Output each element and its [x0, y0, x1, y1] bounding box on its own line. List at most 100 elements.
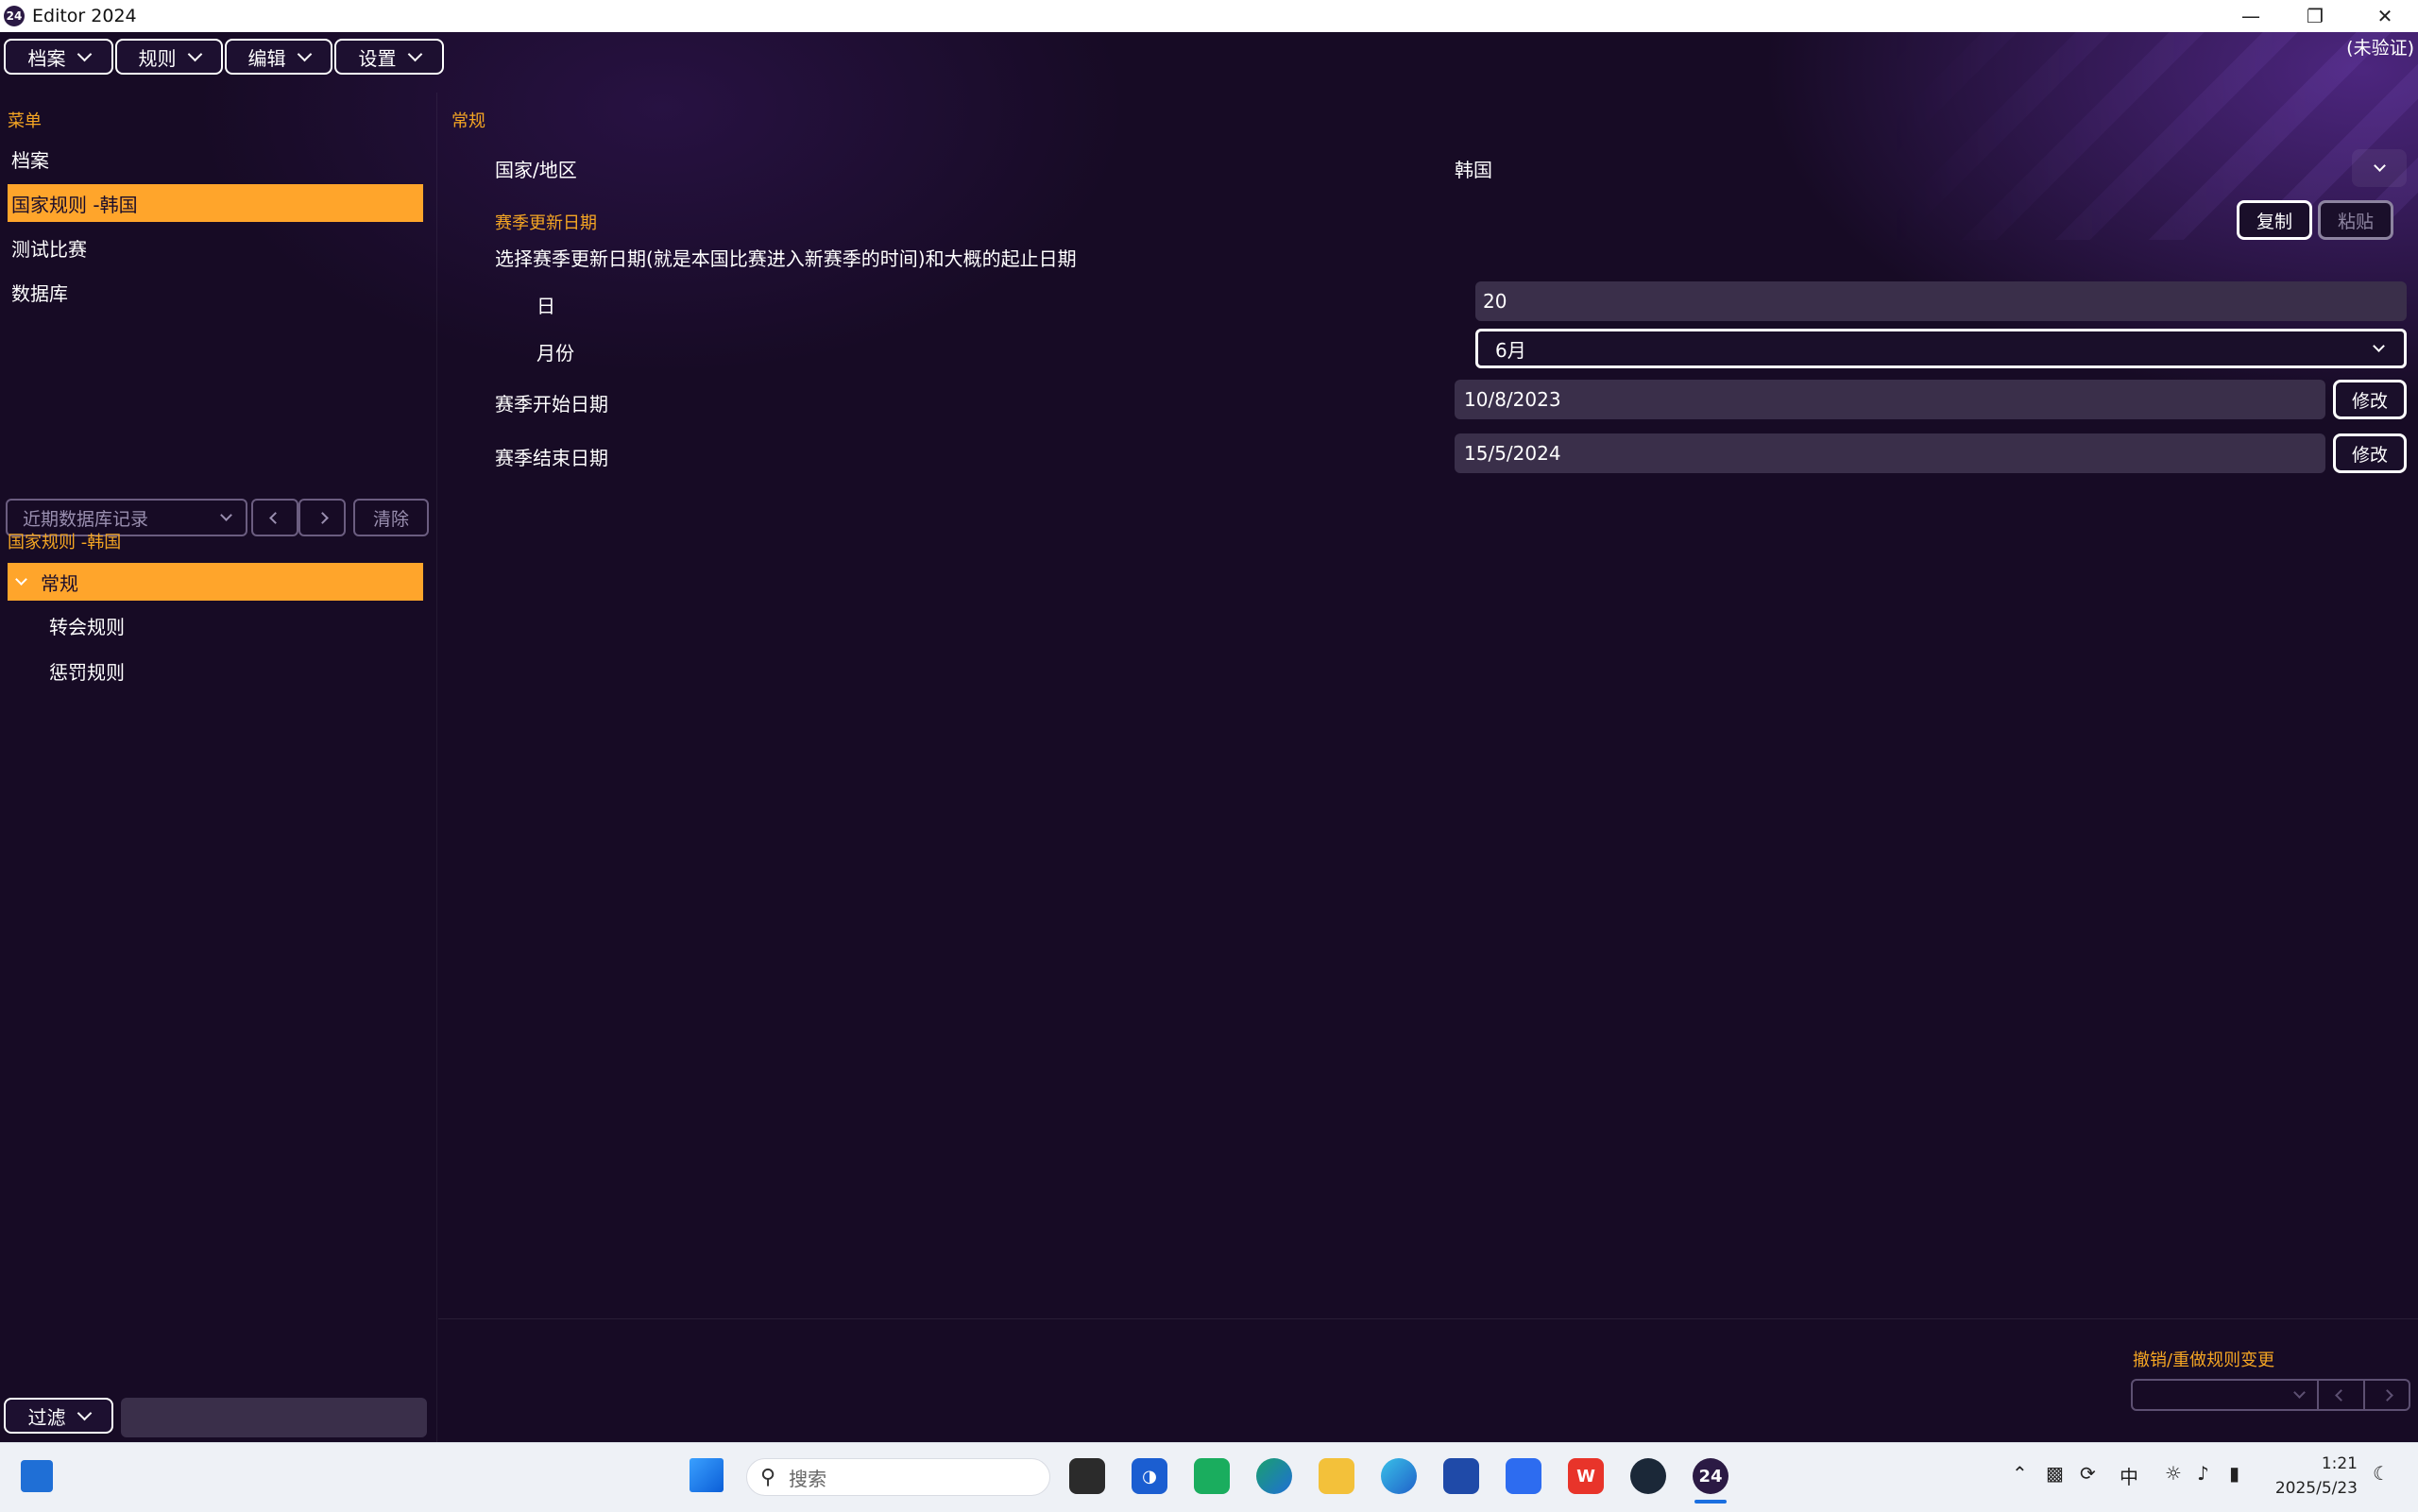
window-title: Editor 2024	[32, 6, 137, 26]
day-input[interactable]: 20	[1475, 281, 2407, 321]
tree-title: 国家规则 -韩国	[8, 533, 122, 552]
wechat-icon[interactable]	[1194, 1458, 1230, 1494]
sidebar-item-file[interactable]: 档案	[8, 140, 423, 178]
wps-icon[interactable]: W	[1568, 1458, 1604, 1494]
chevron-down-icon	[187, 46, 202, 62]
menu-label: 编辑	[247, 46, 286, 70]
steam-icon[interactable]	[1630, 1458, 1666, 1494]
edit-end-date-button[interactable]: 修改	[2333, 433, 2407, 473]
menu-label: 规则	[138, 46, 177, 70]
filter-input[interactable]	[121, 1398, 427, 1437]
undo-redo-title: 撤销/重做规则变更	[2133, 1351, 2275, 1370]
chevron-down-icon	[77, 1405, 92, 1421]
redo-button[interactable]	[2365, 1381, 2409, 1409]
chevron-left-icon	[2335, 1388, 2347, 1402]
month-value: 6月	[1495, 338, 1526, 362]
menu-label: 档案	[27, 46, 66, 70]
edge-browser-icon[interactable]	[1256, 1458, 1292, 1494]
chevron-down-icon	[15, 573, 27, 586]
active-app-indicator	[1694, 1500, 1727, 1504]
title-bar: 24 Editor 2024 — ❐ ✕	[0, 0, 2418, 32]
taskbar-search[interactable]: ⚲ 搜索	[746, 1458, 1050, 1496]
undo-history-select[interactable]	[2133, 1381, 2317, 1409]
sidebar-item-database[interactable]: 数据库	[8, 273, 423, 311]
country-label: 国家/地区	[495, 159, 577, 181]
month-select[interactable]: 6月	[1475, 329, 2407, 368]
tree-item-transfer-rules[interactable]: 转会规则	[49, 606, 125, 644]
history-placeholder: 近期数据库记录	[23, 508, 149, 530]
paste-button[interactable]: 粘贴	[2318, 200, 2393, 240]
copy-button[interactable]: 复制	[2237, 200, 2312, 240]
sidebar-item-label: 数据库	[11, 281, 68, 305]
close-icon[interactable]: ✕	[2354, 0, 2416, 32]
sidebar-item-test-match[interactable]: 测试比赛	[8, 229, 423, 266]
history-clear-button[interactable]: 清除	[353, 499, 429, 536]
history-forward-button[interactable]	[298, 499, 346, 536]
history-back-button[interactable]	[251, 499, 298, 536]
task-view-icon[interactable]	[1069, 1458, 1105, 1494]
minimize-icon[interactable]: —	[2220, 0, 2282, 32]
menu-label: 设置	[358, 46, 397, 70]
tray-expand-icon[interactable]: ⌃	[2012, 1462, 2028, 1485]
edit-label: 修改	[2351, 444, 2388, 466]
section-title: 常规	[451, 111, 485, 131]
sidebar-menu-title: 菜单	[8, 111, 42, 131]
season-start-label: 赛季开始日期	[495, 393, 608, 416]
sidebar-item-country-rules[interactable]: 国家规则 -韩国	[8, 184, 423, 222]
country-dropdown-button[interactable]	[2352, 149, 2407, 187]
tree-item-penalty-rules[interactable]: 惩罚规则	[49, 652, 125, 689]
chevron-down-icon	[2292, 1386, 2306, 1399]
file-explorer-icon[interactable]	[1319, 1458, 1354, 1494]
edit-start-date-button[interactable]: 修改	[2333, 380, 2407, 419]
tray-app-icon[interactable]: ▩	[2046, 1462, 2064, 1485]
chevron-down-icon	[77, 46, 92, 62]
menu-settings-button[interactable]: 设置	[334, 39, 444, 75]
widgets-icon[interactable]	[21, 1460, 53, 1492]
battery-icon[interactable]: ▮	[2229, 1462, 2239, 1485]
edge-ai-icon[interactable]	[1381, 1458, 1417, 1494]
sidebar-item-label: 国家规则 -韩国	[11, 193, 138, 216]
paste-label: 粘贴	[2337, 211, 2374, 232]
tree-item-general[interactable]: 常规	[8, 563, 423, 601]
menu-file-button[interactable]: 档案	[4, 39, 113, 75]
tree-item-label: 常规	[41, 571, 78, 595]
security-app-icon[interactable]: ◑	[1132, 1458, 1167, 1494]
chevron-down-icon	[220, 509, 232, 521]
filter-label: 过滤	[27, 1405, 66, 1429]
tree-item-label: 转会规则	[49, 615, 125, 638]
season-start-field: 10/8/2023	[1455, 380, 2325, 419]
ime-indicator[interactable]: 中	[2120, 1462, 2138, 1489]
chevron-down-icon	[407, 46, 422, 62]
chevron-right-icon	[2380, 1388, 2393, 1402]
edit-label: 修改	[2351, 390, 2388, 412]
feishu-icon[interactable]	[1506, 1458, 1541, 1494]
clock-time[interactable]: 1:21	[2267, 1454, 2358, 1473]
chevron-down-icon	[297, 46, 312, 62]
filter-button[interactable]: 过滤	[4, 1398, 113, 1434]
clear-label: 清除	[372, 508, 409, 530]
month-label: 月份	[536, 342, 574, 365]
chevron-right-icon	[315, 511, 329, 524]
windows-start-icon[interactable]	[690, 1458, 724, 1492]
copy-label: 复制	[2256, 211, 2292, 232]
microsoft-store-icon[interactable]	[1443, 1458, 1479, 1494]
search-icon: ⚲	[760, 1465, 776, 1489]
volume-icon[interactable]: ♪	[2197, 1462, 2209, 1485]
wifi-icon[interactable]: ☼	[2165, 1462, 2182, 1485]
sync-icon[interactable]: ⟳	[2080, 1462, 2096, 1485]
clock-date[interactable]: 2025/5/23	[2267, 1479, 2358, 1498]
undo-button[interactable]	[2319, 1381, 2364, 1409]
menu-edit-button[interactable]: 编辑	[225, 39, 332, 75]
editor-app-icon[interactable]: 24	[1693, 1458, 1728, 1494]
chevron-down-icon	[2373, 160, 2386, 172]
restore-icon[interactable]: ❐	[2284, 0, 2346, 32]
undo-redo-controls	[2131, 1379, 2410, 1411]
chevron-left-icon	[268, 511, 281, 524]
search-placeholder: 搜索	[789, 1467, 827, 1490]
country-value: 韩国	[1455, 159, 1492, 181]
notification-icon[interactable]: ☾	[2373, 1462, 2390, 1485]
day-label: 日	[536, 295, 555, 317]
chevron-down-icon	[2373, 340, 2385, 352]
menu-rules-button[interactable]: 规则	[115, 39, 223, 75]
app-logo-icon: 24	[4, 6, 25, 26]
